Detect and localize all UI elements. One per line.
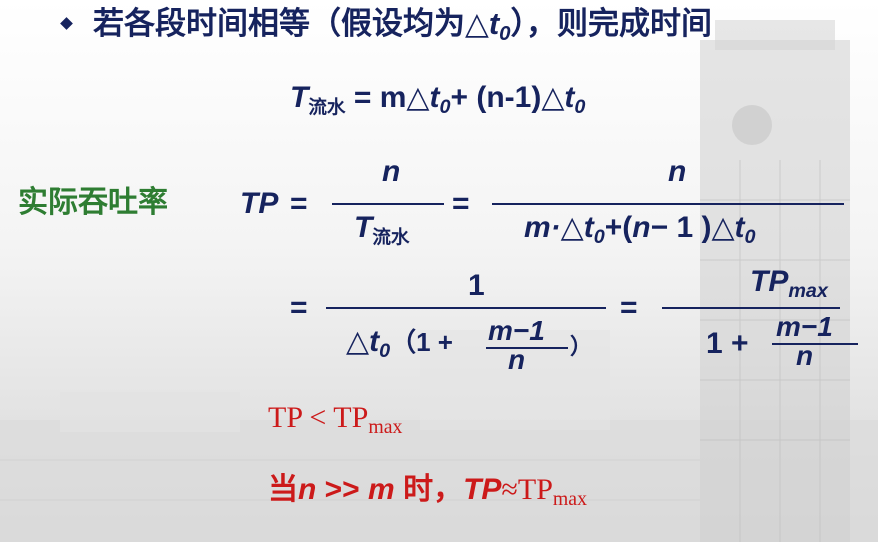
fraction1-bar bbox=[332, 203, 444, 205]
fraction2-den-b: +( bbox=[604, 211, 633, 244]
fraction4-inner-denominator: n bbox=[796, 340, 814, 371]
fraction3-den-close: ） bbox=[570, 334, 593, 359]
fraction2-den-a: m·△ bbox=[524, 211, 584, 244]
conclusion: 当n >> m 时，TP≈TPmax bbox=[268, 470, 587, 519]
fraction3-den-delta: △ bbox=[346, 325, 370, 358]
fraction2-den-t2-sub: 0 bbox=[744, 225, 756, 248]
fraction3-den-t: t bbox=[369, 325, 380, 358]
bullet-var-sub: 0 bbox=[499, 22, 511, 46]
equation-pipeline-time: T流水 = m△t0+ (n-1)△t0 bbox=[290, 78, 585, 128]
fraction3-bar bbox=[326, 307, 606, 309]
fraction2-den-n: n bbox=[632, 211, 651, 244]
ineq-rhs: TP bbox=[333, 401, 369, 434]
eq1-t: t bbox=[429, 81, 440, 114]
fraction3-den-open: （1 + bbox=[390, 327, 453, 357]
eq3-equals-b: = bbox=[620, 291, 638, 324]
fraction4-num-sub: max bbox=[788, 279, 828, 302]
throughput-label: 实际吞吐率 bbox=[18, 186, 168, 219]
conclusion-b: 时， bbox=[394, 473, 464, 506]
conclusion-tp: TP bbox=[463, 473, 502, 506]
fraction3-numerator: 1 bbox=[468, 269, 485, 302]
conclusion-approx: ≈TP bbox=[501, 473, 553, 506]
inequality: TP < TPmax bbox=[268, 398, 402, 447]
conclusion-m: m bbox=[368, 473, 395, 506]
eq2-equals-b: = bbox=[452, 187, 470, 220]
bullet-text-before: 若各段时间相等（假设均为△ bbox=[93, 6, 489, 41]
eq1-T: T bbox=[290, 81, 309, 114]
conclusion-op: >> bbox=[316, 473, 369, 506]
fraction4-num-TP: TP bbox=[750, 265, 789, 298]
bullet-var-t: t bbox=[488, 6, 500, 41]
ineq-op: < bbox=[301, 401, 334, 434]
ineq-rhs-sub: max bbox=[368, 415, 403, 438]
fraction3-denominator: △t0（1 + bbox=[346, 322, 453, 371]
ineq-lhs: TP bbox=[268, 401, 302, 434]
eq1-t2-sub: 0 bbox=[574, 95, 586, 118]
fraction2-den-t: t bbox=[583, 211, 594, 244]
fraction1-denominator: T流水 bbox=[354, 208, 410, 258]
eq1-t-sub: 0 bbox=[439, 95, 451, 118]
bullet-line: 若各段时间相等（假设均为△t0），则完成时间 bbox=[60, 4, 713, 54]
fraction2-den-t2: t bbox=[734, 211, 745, 244]
conclusion-n: n bbox=[298, 473, 317, 506]
conclusion-a: 当 bbox=[268, 473, 298, 506]
bullet-text-after: ），则完成时间 bbox=[510, 6, 713, 41]
fraction4-numerator: TPmax bbox=[750, 262, 828, 311]
fraction1-den-sub: 流水 bbox=[372, 226, 410, 248]
fraction1-den-T: T bbox=[354, 211, 373, 244]
fraction2-den-c: − 1 )△ bbox=[650, 211, 735, 244]
fraction2-numerator: n bbox=[668, 155, 687, 188]
fraction3-inner-denominator: n bbox=[508, 344, 526, 375]
fraction2-den-t-sub: 0 bbox=[593, 225, 605, 248]
fraction4-inner-bar bbox=[772, 343, 858, 345]
fraction3-den-t-sub: 0 bbox=[379, 339, 391, 362]
conclusion-sub: max bbox=[552, 487, 587, 510]
fraction2-bar bbox=[492, 203, 844, 205]
eq3-equals: = bbox=[290, 291, 308, 324]
fraction4-bar bbox=[662, 307, 840, 309]
eq1-t2: t bbox=[564, 81, 575, 114]
fraction3-inner-bar bbox=[486, 347, 568, 349]
eq1-rhs1: = m△ bbox=[345, 81, 430, 114]
eq2-equals: = bbox=[290, 187, 308, 220]
diamond-bullet-icon bbox=[60, 17, 73, 31]
fraction1-numerator: n bbox=[382, 155, 401, 188]
fraction2-denominator: m·△t0+(n− 1 )△t0 bbox=[524, 208, 756, 257]
eq1-rhs2: + (n-1)△ bbox=[450, 81, 565, 114]
fraction4-den-a: 1 + bbox=[706, 327, 749, 360]
eq2-lhs: TP bbox=[240, 187, 279, 220]
eq1-T-sub: 流水 bbox=[308, 96, 346, 118]
